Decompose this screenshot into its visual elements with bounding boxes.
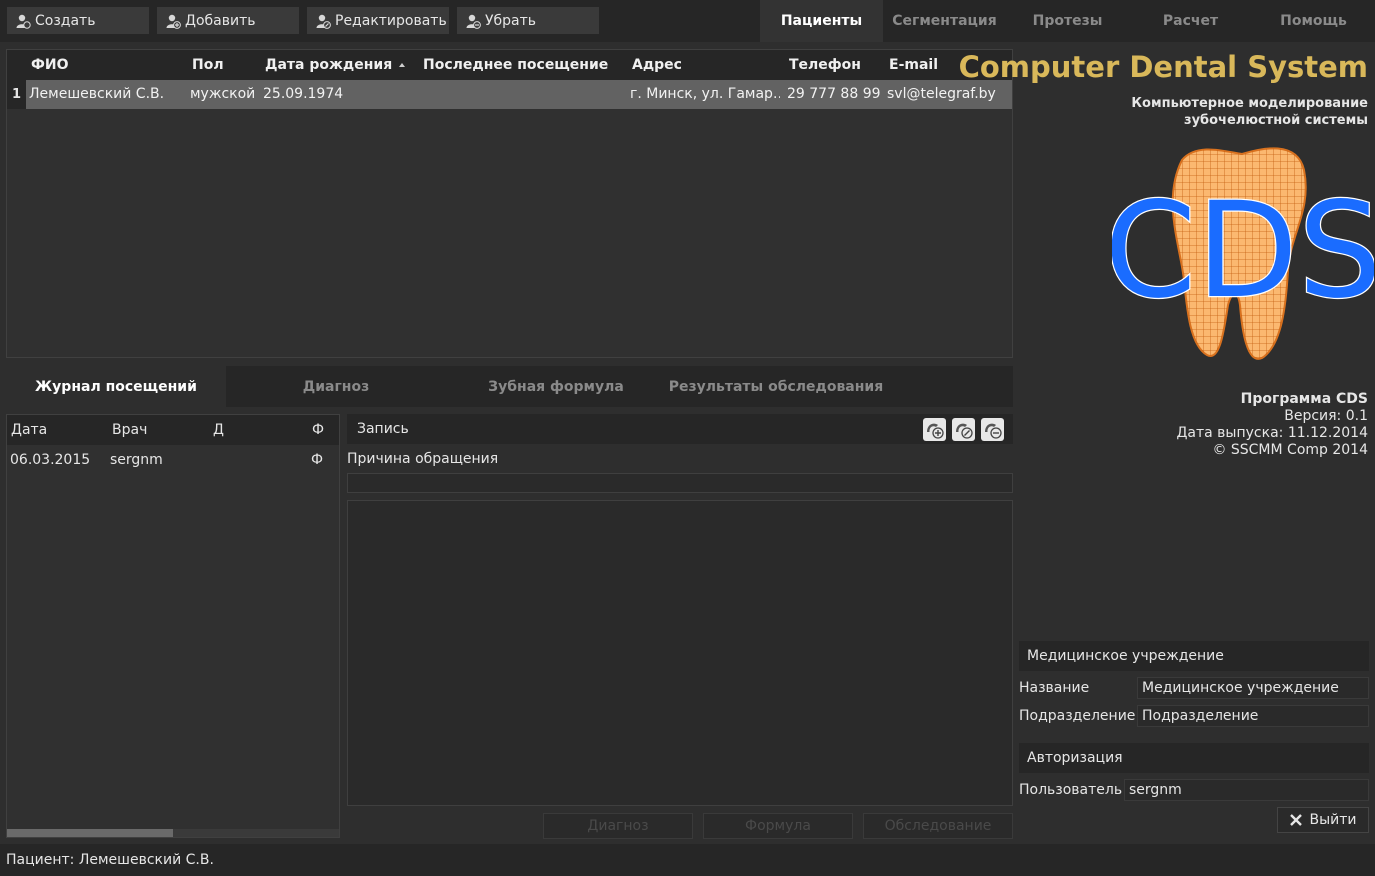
add-label: Добавить — [185, 12, 256, 29]
tab-exam-results[interactable]: Результаты обследования — [666, 366, 886, 407]
record-header: Запись — [347, 414, 1013, 444]
record-notes-area[interactable] — [347, 500, 1013, 806]
formula-button[interactable]: Формула — [703, 813, 853, 839]
status-bar: Пациент: Лемешевский С.В. — [0, 844, 1375, 876]
user-edit-icon — [315, 13, 331, 29]
tab-visit-journal[interactable]: Журнал посещений — [6, 366, 226, 407]
cell-birth: 25.09.1974 — [263, 86, 344, 102]
logo-text: CDS — [1112, 174, 1374, 328]
tab-prosthetics[interactable]: Протезы — [1006, 0, 1129, 42]
header-address[interactable]: Адрес — [632, 50, 682, 80]
remove-icon — [985, 423, 1002, 439]
patients-table-header: ФИО Пол Дата рождения Последнее посещени… — [7, 50, 1012, 80]
reason-field[interactable] — [347, 473, 1013, 493]
user-field[interactable]: sergnm — [1124, 779, 1369, 801]
tab-diagnosis[interactable]: Диагноз — [226, 366, 446, 407]
header-sex[interactable]: Пол — [192, 50, 224, 80]
institution-name-field[interactable]: Медицинское учреждение — [1137, 677, 1369, 699]
about-copyright: © SSCMM Comp 2014 — [1212, 442, 1368, 458]
row-number: 1 — [7, 80, 26, 109]
visit-f: Ф — [311, 452, 324, 468]
add-icon — [927, 423, 944, 439]
institution-name-label: Название — [1019, 680, 1090, 696]
tab-calculation[interactable]: Расчет — [1129, 0, 1252, 42]
header-phone[interactable]: Телефон — [789, 50, 861, 80]
institution-dept-field[interactable]: Подразделение — [1137, 705, 1369, 727]
logout-button[interactable]: Выйти — [1277, 807, 1369, 833]
header-date[interactable]: Дата — [11, 415, 47, 445]
brand-title: Computer Dental System — [958, 50, 1368, 84]
auth-header: Авторизация — [1019, 743, 1369, 773]
cell-email: svl@telegraf.by — [887, 86, 996, 102]
header-email[interactable]: E-mail — [889, 50, 938, 80]
visit-date: 06.03.2015 — [10, 452, 91, 468]
cell-phone: 29 777 88 99 — [787, 86, 881, 102]
horizontal-scrollbar[interactable] — [7, 829, 339, 837]
visits-list[interactable]: Дата Врач Д Ф 06.03.2015 sergnm Ф — [6, 414, 340, 838]
patients-table[interactable]: ФИО Пол Дата рождения Последнее посещени… — [6, 49, 1013, 358]
close-icon — [1290, 814, 1303, 826]
tab-help[interactable]: Помощь — [1252, 0, 1375, 42]
tab-segmentation[interactable]: Сегментация — [883, 0, 1006, 42]
cell-address: г. Минск, ул. Гамар… — [630, 86, 780, 102]
table-row[interactable]: 1 Лемешевский С.В. мужской 25.09.1974 г.… — [7, 80, 1012, 109]
edit-label: Редактировать — [335, 12, 447, 29]
cell-name: Лемешевский С.В. — [29, 86, 165, 102]
institution-dept-label: Подразделение — [1019, 708, 1136, 724]
header-f[interactable]: Ф — [312, 415, 324, 445]
record-remove-button[interactable] — [981, 418, 1004, 441]
tooth-logo-icon: CDS — [1103, 147, 1375, 360]
header-d[interactable]: Д — [213, 415, 224, 445]
edit-button[interactable]: Редактировать — [307, 7, 449, 34]
about-release: Дата выпуска: 11.12.2014 — [1176, 425, 1368, 441]
visits-header: Дата Врач Д Ф — [7, 415, 339, 445]
logout-label: Выйти — [1309, 812, 1357, 828]
institution-header: Медицинское учреждение — [1019, 641, 1369, 671]
brand-subtitle-line2: зубочелюстной системы — [1184, 113, 1368, 128]
header-name[interactable]: ФИО — [31, 50, 69, 80]
reason-label: Причина обращения — [347, 451, 499, 467]
create-button[interactable]: Создать — [7, 7, 149, 34]
record-add-button[interactable] — [923, 418, 946, 441]
header-birth[interactable]: Дата рождения — [265, 50, 392, 80]
scrollbar-thumb[interactable] — [7, 829, 173, 837]
user-add-icon — [165, 13, 181, 29]
list-item[interactable]: 06.03.2015 sergnm Ф — [7, 445, 339, 475]
brand-subtitle-line1: Компьютерное моделирование — [1131, 96, 1368, 111]
user-label: Пользователь — [1019, 782, 1123, 798]
row-number-header — [7, 50, 26, 80]
examination-button[interactable]: Обследование — [863, 813, 1013, 839]
user-icon — [15, 13, 31, 29]
cds-logo: CDS — [1103, 140, 1375, 365]
tab-patients[interactable]: Пациенты — [760, 0, 883, 42]
record-title: Запись — [357, 421, 409, 437]
tab-dental-formula[interactable]: Зубная формула — [446, 366, 666, 407]
header-last-visit[interactable]: Последнее посещение — [423, 50, 608, 80]
user-remove-icon — [465, 13, 481, 29]
record-edit-button[interactable] — [952, 418, 975, 441]
edit-icon — [956, 423, 973, 439]
sort-asc-icon — [397, 50, 409, 80]
create-label: Создать — [35, 12, 96, 29]
cell-last-visit — [421, 80, 621, 109]
cell-sex: мужской — [190, 86, 256, 102]
add-button[interactable]: Добавить — [157, 7, 299, 34]
diagnosis-button[interactable]: Диагноз — [543, 813, 693, 839]
visit-doctor: sergnm — [110, 452, 163, 468]
remove-label: Убрать — [485, 12, 537, 29]
about-program: Программа CDS — [1240, 391, 1368, 407]
header-doctor[interactable]: Врач — [112, 415, 147, 445]
about-version: Версия: 0.1 — [1284, 408, 1368, 424]
remove-button[interactable]: Убрать — [457, 7, 599, 34]
